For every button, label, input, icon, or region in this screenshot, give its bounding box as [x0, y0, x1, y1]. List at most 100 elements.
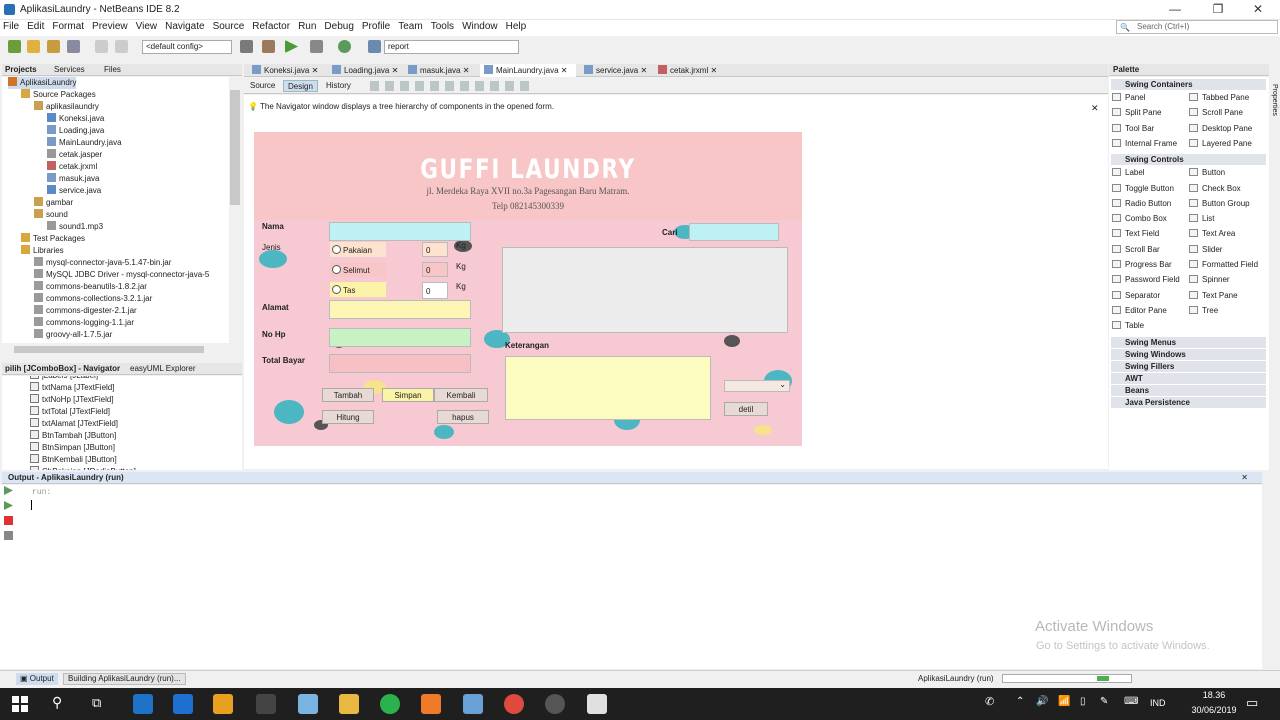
file-explorer-icon[interactable]	[339, 694, 359, 714]
properties-label[interactable]: Properties	[1271, 84, 1278, 116]
simpan-button[interactable]: Simpan	[382, 388, 434, 402]
status-output-tab[interactable]: ▣ Output	[16, 673, 58, 685]
media-icon[interactable]	[213, 694, 233, 714]
radio-tas[interactable]: Tas	[330, 282, 386, 297]
palette-item[interactable]: Spinner	[1189, 274, 1230, 286]
tree-item[interactable]: Loading.java	[47, 125, 104, 137]
volume-icon[interactable]: 🔊	[1036, 696, 1048, 707]
tab-palette[interactable]: Palette	[1113, 64, 1139, 76]
tab-navigator[interactable]: pilih [JComboBox] - Navigator	[5, 363, 120, 375]
palette-item[interactable]: Scroll Pane	[1189, 107, 1243, 119]
pilih-combobox[interactable]: ⌄	[724, 380, 790, 392]
hitung-button[interactable]: Hitung	[322, 410, 374, 424]
tree-item[interactable]: AplikasiLaundry	[8, 77, 77, 89]
palette-item[interactable]: Button	[1189, 167, 1225, 179]
projects-hscroll-thumb[interactable]	[14, 346, 204, 353]
tree-item[interactable]: commons-collections-3.2.1.jar	[34, 293, 152, 305]
close-button[interactable]: ✕	[1238, 2, 1278, 16]
palette-item[interactable]: Split Pane	[1112, 107, 1161, 119]
tray-chevron-icon[interactable]: ⌃	[1016, 696, 1024, 707]
menu-refactor[interactable]: Refactor	[252, 21, 290, 32]
tab-services[interactable]: Services	[54, 64, 85, 76]
palette-item[interactable]: Scroll Bar	[1112, 244, 1160, 256]
palette-item[interactable]: Password Field	[1112, 274, 1180, 286]
palette-category[interactable]: Swing Containers	[1111, 79, 1266, 90]
save-all-icon[interactable]	[67, 40, 80, 53]
info-close-icon[interactable]: ✕	[1091, 103, 1099, 114]
status-task[interactable]: Building AplikasiLaundry (run)...	[63, 673, 186, 685]
tree-item[interactable]: cetak.jasper	[47, 149, 102, 161]
clean-build-icon[interactable]	[240, 40, 253, 53]
netbeans-taskbar-icon[interactable]	[463, 694, 483, 714]
navigator-item[interactable]: BtnTambah [JButton]	[30, 430, 116, 442]
tambah-button[interactable]: Tambah	[322, 388, 374, 402]
palette-item[interactable]: List	[1189, 213, 1214, 225]
pen-icon[interactable]: ✎	[1100, 696, 1108, 707]
editor-tab[interactable]: Loading.java ✕	[328, 64, 400, 77]
qty-tas-field[interactable]: 0	[422, 282, 448, 299]
palette-item[interactable]: Tabbed Pane	[1189, 92, 1249, 104]
palette-item[interactable]: Label	[1112, 167, 1145, 179]
output-close-icon[interactable]: ✕	[1241, 472, 1248, 484]
menu-view[interactable]: View	[136, 21, 158, 32]
palette-item[interactable]: Formatted Field	[1189, 259, 1258, 271]
palette-item[interactable]: Tree	[1189, 305, 1218, 317]
qty-selimut-field[interactable]: 0	[422, 262, 448, 277]
menu-file[interactable]: File	[3, 21, 19, 32]
menu-navigate[interactable]: Navigate	[165, 21, 204, 32]
xampp-icon[interactable]	[421, 694, 441, 714]
undo-icon[interactable]	[95, 40, 108, 53]
navigator-item[interactable]: BtnKembali [JButton]	[30, 454, 117, 466]
palette-item[interactable]: Separator	[1112, 290, 1160, 302]
palette-item[interactable]: Internal Frame	[1112, 138, 1177, 150]
menu-run[interactable]: Run	[298, 21, 316, 32]
report-icon[interactable]	[368, 40, 381, 53]
tree-item[interactable]: cetak.jrxml	[47, 161, 97, 173]
settings-icon[interactable]	[4, 531, 13, 540]
properties-sidebar[interactable]: Properties	[1270, 64, 1280, 470]
config-select[interactable]: <default config>	[142, 40, 232, 54]
palette-item[interactable]: Button Group	[1189, 198, 1250, 210]
palette-item[interactable]: Toggle Button	[1112, 183, 1174, 195]
tree-item[interactable]: Libraries	[21, 245, 64, 257]
output-title[interactable]: Output - AplikasiLaundry (run)	[8, 472, 124, 484]
menu-profile[interactable]: Profile	[362, 21, 390, 32]
profile-icon[interactable]	[338, 40, 351, 53]
palette-category[interactable]: Swing Fillers	[1111, 360, 1266, 372]
alamat-field[interactable]	[329, 300, 471, 319]
palette-item[interactable]: Editor Pane	[1112, 305, 1167, 317]
search-input[interactable]: Search (Ctrl+I)	[1116, 20, 1278, 34]
palette-item[interactable]: Text Field	[1112, 228, 1159, 240]
tree-item[interactable]: aplikasilaundry	[34, 101, 99, 113]
palette-item[interactable]: Desktop Pane	[1189, 123, 1252, 135]
maximize-button[interactable]: ❐	[1198, 2, 1238, 16]
notification-icon[interactable]: ▭	[1246, 695, 1258, 711]
stop-icon[interactable]	[4, 516, 13, 525]
search-taskbar-icon[interactable]: ⚲	[52, 694, 62, 711]
menu-debug[interactable]: Debug	[324, 21, 353, 32]
report-select[interactable]: report	[384, 40, 519, 54]
menu-source[interactable]: Source	[213, 21, 245, 32]
close-tab-icon[interactable]: ✕	[708, 66, 717, 75]
menu-format[interactable]: Format	[52, 21, 84, 32]
navigator-item[interactable]: txtNoHp [JTextField]	[30, 394, 114, 406]
radio-pakaian[interactable]: Pakaian	[330, 242, 386, 257]
palette-category[interactable]: AWT	[1111, 372, 1266, 384]
palette-category[interactable]: Swing Menus	[1111, 336, 1266, 348]
close-tab-icon[interactable]: ✕	[389, 66, 399, 75]
close-tab-icon[interactable]: ✕	[309, 66, 319, 75]
tree-item[interactable]: Test Packages	[21, 233, 85, 245]
palette-item[interactable]: Combo Box	[1112, 213, 1167, 225]
new-project-icon[interactable]	[8, 40, 21, 53]
clock-time[interactable]: 18.36	[1192, 690, 1236, 700]
app-icon[interactable]	[298, 694, 318, 714]
editor-tab[interactable]: MainLaundry.java ✕	[480, 64, 576, 77]
navigator-item[interactable]: CbPakaian [JRadioButton]	[30, 466, 136, 470]
total-field[interactable]	[329, 354, 471, 373]
rerun-params-icon[interactable]	[4, 501, 13, 510]
nama-field[interactable]	[329, 222, 471, 241]
edge-icon[interactable]	[133, 694, 153, 714]
line-icon[interactable]	[380, 694, 400, 714]
tree-item[interactable]: service.java	[47, 185, 101, 197]
palette-item[interactable]: Text Area	[1189, 228, 1235, 240]
